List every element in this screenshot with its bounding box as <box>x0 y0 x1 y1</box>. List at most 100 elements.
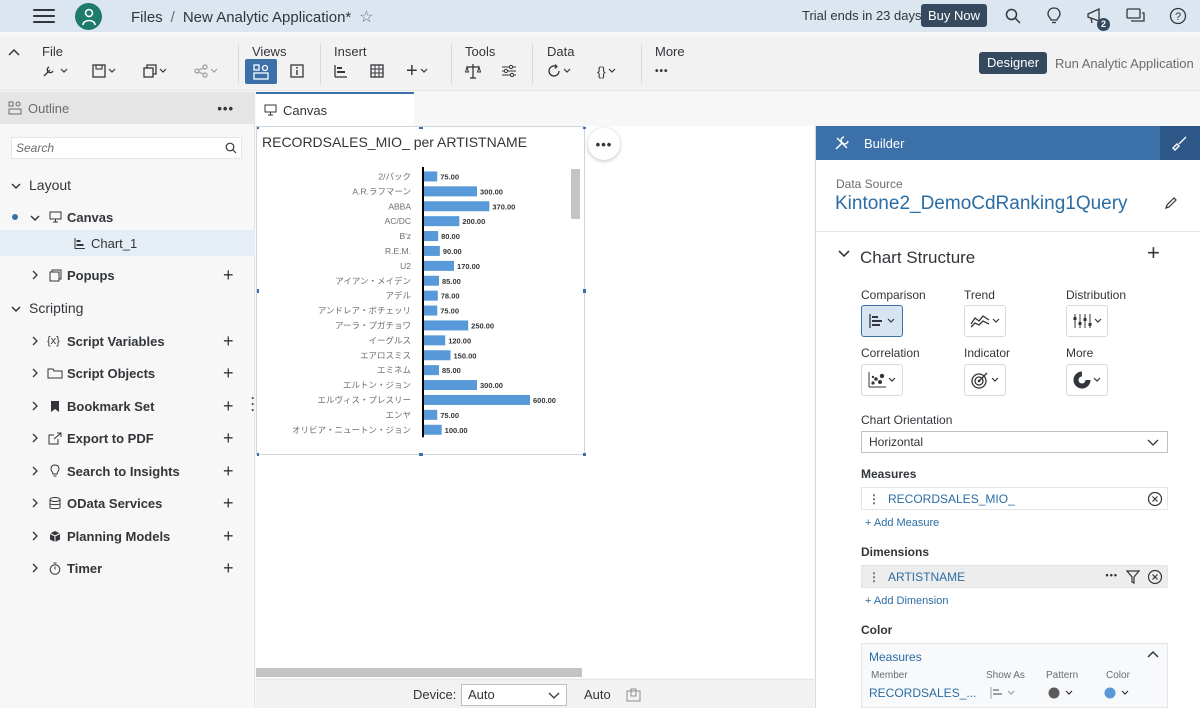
search-icon[interactable] <box>1003 6 1023 26</box>
measure-token[interactable]: ⋮ RECORDSALES_MIO_ <box>861 487 1168 510</box>
script-braces-icon[interactable]: {} <box>597 60 616 82</box>
indicator-target-icon[interactable] <box>964 364 1006 396</box>
search-icon[interactable] <box>225 142 237 154</box>
chevron-right-icon[interactable] <box>29 529 41 544</box>
tree-script-objects[interactable]: Script Objects + <box>0 360 255 386</box>
drag-grip-icon[interactable]: ⋮ <box>868 492 880 506</box>
bar[interactable] <box>424 305 438 316</box>
bar[interactable] <box>424 365 440 376</box>
device-select[interactable]: Auto <box>461 684 567 706</box>
outline-view-icon[interactable] <box>245 59 277 84</box>
add-insight-icon[interactable]: + <box>223 462 234 480</box>
feedback-chat-icon[interactable] <box>1126 6 1146 26</box>
bar[interactable] <box>424 380 477 391</box>
remove-dimension-icon[interactable] <box>1147 569 1163 585</box>
bar[interactable] <box>424 231 439 242</box>
styling-brush-icon[interactable] <box>1160 126 1200 160</box>
run-application-button[interactable]: Run Analytic Application <box>1055 56 1194 71</box>
resize-handle[interactable] <box>419 127 423 129</box>
tree-search-insights[interactable]: Search to Insights + <box>0 458 255 484</box>
resize-handle[interactable] <box>419 453 423 456</box>
add-structure-icon[interactable]: + <box>1147 240 1160 266</box>
fit-screen-icon[interactable] <box>626 688 641 702</box>
add-popup-icon[interactable]: + <box>223 266 234 284</box>
bar[interactable] <box>424 275 440 286</box>
insert-chart-icon[interactable] <box>334 60 348 82</box>
tree-timer[interactable]: Timer + <box>0 555 255 581</box>
tree-export-pdf[interactable]: Export to PDF + <box>0 425 255 451</box>
remove-measure-icon[interactable] <box>1147 491 1163 507</box>
bar[interactable] <box>424 335 446 346</box>
comparison-chart-icon[interactable] <box>861 305 903 337</box>
save-icon[interactable] <box>92 60 116 82</box>
chevron-right-icon[interactable] <box>29 561 41 576</box>
chevron-right-icon[interactable] <box>29 431 41 446</box>
copy-icon[interactable] <box>143 60 167 82</box>
add-planning-model-icon[interactable]: + <box>223 527 234 545</box>
favorite-star-icon[interactable]: ☆ <box>359 7 373 27</box>
tree-odata-services[interactable]: OData Services + <box>0 490 255 516</box>
orientation-select[interactable]: Horizontal <box>861 431 1168 453</box>
bar[interactable] <box>424 245 440 256</box>
add-odata-icon[interactable]: + <box>223 494 234 512</box>
chevron-right-icon[interactable] <box>29 464 41 479</box>
resize-handle[interactable] <box>257 289 259 293</box>
chevron-up-icon[interactable] <box>1147 650 1159 658</box>
chart-vertical-scrollbar[interactable] <box>571 169 580 219</box>
tree-scripting[interactable]: Scripting <box>0 295 255 321</box>
bar[interactable] <box>424 409 438 420</box>
tree-popups[interactable]: Popups + <box>0 262 255 288</box>
tree-script-variables[interactable]: {x} Script Variables + <box>0 328 255 354</box>
bar[interactable] <box>424 216 460 227</box>
designer-button[interactable]: Designer <box>979 52 1048 74</box>
trend-chart-icon[interactable] <box>964 305 1006 337</box>
refresh-icon[interactable] <box>547 60 571 82</box>
resize-handle[interactable] <box>583 127 586 129</box>
edit-tools-icon[interactable] <box>42 60 68 82</box>
insert-table-icon[interactable] <box>370 60 384 82</box>
chart-more-button[interactable]: ••• <box>588 128 620 160</box>
add-dimension-link[interactable]: + Add Dimension <box>865 595 948 607</box>
bar[interactable] <box>424 186 477 197</box>
add-measure-link[interactable]: + Add Measure <box>865 517 939 529</box>
add-bookmark-icon[interactable]: + <box>223 397 234 415</box>
add-script-object-icon[interactable]: + <box>223 364 234 382</box>
tree-layout[interactable]: Layout <box>0 172 255 198</box>
share-icon[interactable] <box>194 60 218 82</box>
menu-icon[interactable] <box>33 9 55 23</box>
chart-widget[interactable]: RECORDSALES_MIO_ per ARTISTNAME 2/パック 75.… <box>256 126 586 456</box>
tree-bookmark-set[interactable]: Bookmark Set + <box>0 393 255 419</box>
chevron-down-icon[interactable] <box>10 301 22 316</box>
tools-settings-icon[interactable] <box>501 60 517 82</box>
color-swatch-icon[interactable] <box>1104 687 1132 699</box>
filter-icon[interactable] <box>1126 570 1140 584</box>
chevron-right-icon[interactable] <box>29 496 41 511</box>
chevron-right-icon[interactable] <box>29 399 41 414</box>
user-avatar-icon[interactable] <box>75 3 102 30</box>
bar[interactable] <box>424 290 438 301</box>
add-export-icon[interactable]: + <box>223 429 234 447</box>
distribution-chart-icon[interactable] <box>1066 305 1108 337</box>
resize-handle[interactable] <box>583 289 586 293</box>
correlation-chart-icon[interactable] <box>861 364 903 396</box>
tree-chart[interactable]: Chart_1 <box>0 230 255 256</box>
insert-add-icon[interactable]: + <box>406 60 428 82</box>
chevron-right-icon[interactable] <box>29 334 41 349</box>
drag-grip-icon[interactable]: ⋮ <box>868 570 880 584</box>
dimension-more-icon[interactable]: ••• <box>1106 570 1118 580</box>
outline-more-icon[interactable]: ••• <box>217 101 234 116</box>
bar[interactable] <box>424 320 469 331</box>
bar[interactable] <box>424 350 451 361</box>
more-dots-icon[interactable]: ••• <box>655 60 669 82</box>
lightbulb-icon[interactable] <box>1044 6 1064 26</box>
notifications-icon[interactable]: 2 <box>1086 6 1110 31</box>
help-icon[interactable]: ? <box>1168 6 1188 26</box>
bar-chart[interactable]: 2/パック 75.00 A.R.ラフマーン 300.00 ABBA 370.00 AC/DC… <box>257 127 586 456</box>
canvas-area[interactable]: RECORDSALES_MIO_ per ARTISTNAME 2/パック 75.… <box>256 126 814 678</box>
breadcrumb-files[interactable]: Files <box>131 9 163 26</box>
edit-pencil-icon[interactable] <box>1164 196 1178 210</box>
more-donut-icon[interactable] <box>1066 364 1108 396</box>
resize-handle[interactable] <box>257 453 259 456</box>
scale-tool-icon[interactable] <box>465 60 481 82</box>
outline-search-input[interactable]: Search <box>11 137 242 159</box>
